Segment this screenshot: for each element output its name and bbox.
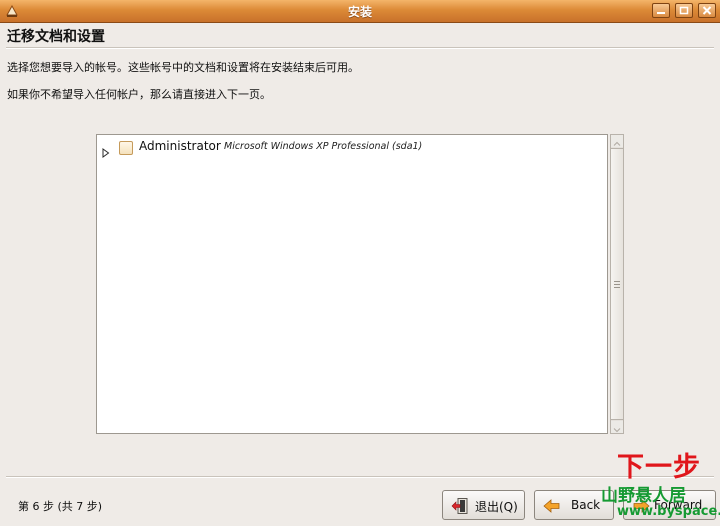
back-arrow-icon (543, 497, 561, 518)
grip-line (614, 287, 620, 288)
step-indicator: 第 6 步 (共 7 步) (18, 500, 103, 513)
watermark-site: 山野悬人居 (601, 486, 686, 506)
window-title: 安装 (347, 5, 372, 19)
instruction-text: 选择您想要导入的帐号。这些帐号中的文档和设置将在安装结束后可用。 (7, 61, 359, 74)
account-checkbox[interactable] (119, 141, 133, 155)
header-divider (6, 47, 714, 49)
close-button[interactable] (698, 3, 716, 18)
account-system: Microsoft Windows XP Professional (sda1) (224, 141, 423, 152)
quit-label: 退出(Q) (475, 500, 518, 514)
list-item[interactable]: Administrator Microsoft Windows XP Profe… (101, 139, 601, 158)
watermark-caption: 下一步 (617, 452, 701, 483)
back-label: Back (571, 498, 601, 512)
close-icon (702, 6, 712, 15)
account-name: Administrator (139, 139, 221, 153)
minimize-button[interactable] (652, 3, 670, 18)
grip-line (614, 281, 620, 282)
scroll-up-button[interactable] (611, 135, 623, 147)
grip-line (614, 284, 620, 285)
vertical-scrollbar[interactable] (610, 134, 624, 434)
minimize-icon (657, 12, 665, 14)
quit-icon (451, 497, 469, 518)
skip-hint-text: 如果你不希望导入任何帐户，那么请直接进入下一页。 (7, 88, 271, 101)
maximize-button[interactable] (675, 3, 693, 18)
maximize-icon (679, 6, 689, 15)
account-list[interactable]: Administrator Microsoft Windows XP Profe… (96, 134, 608, 434)
window-titlebar[interactable]: 安装 (0, 0, 720, 23)
quit-button[interactable]: 退出(Q) (442, 490, 525, 520)
watermark-url: www.byspace.net (617, 504, 720, 519)
scroll-down-icon (613, 428, 621, 433)
scroll-thumb[interactable] (611, 148, 623, 420)
expander-icon[interactable] (102, 143, 110, 162)
scroll-down-button[interactable] (611, 421, 623, 433)
page-title: 迁移文档和设置 (7, 29, 105, 45)
footer-divider (6, 476, 714, 478)
